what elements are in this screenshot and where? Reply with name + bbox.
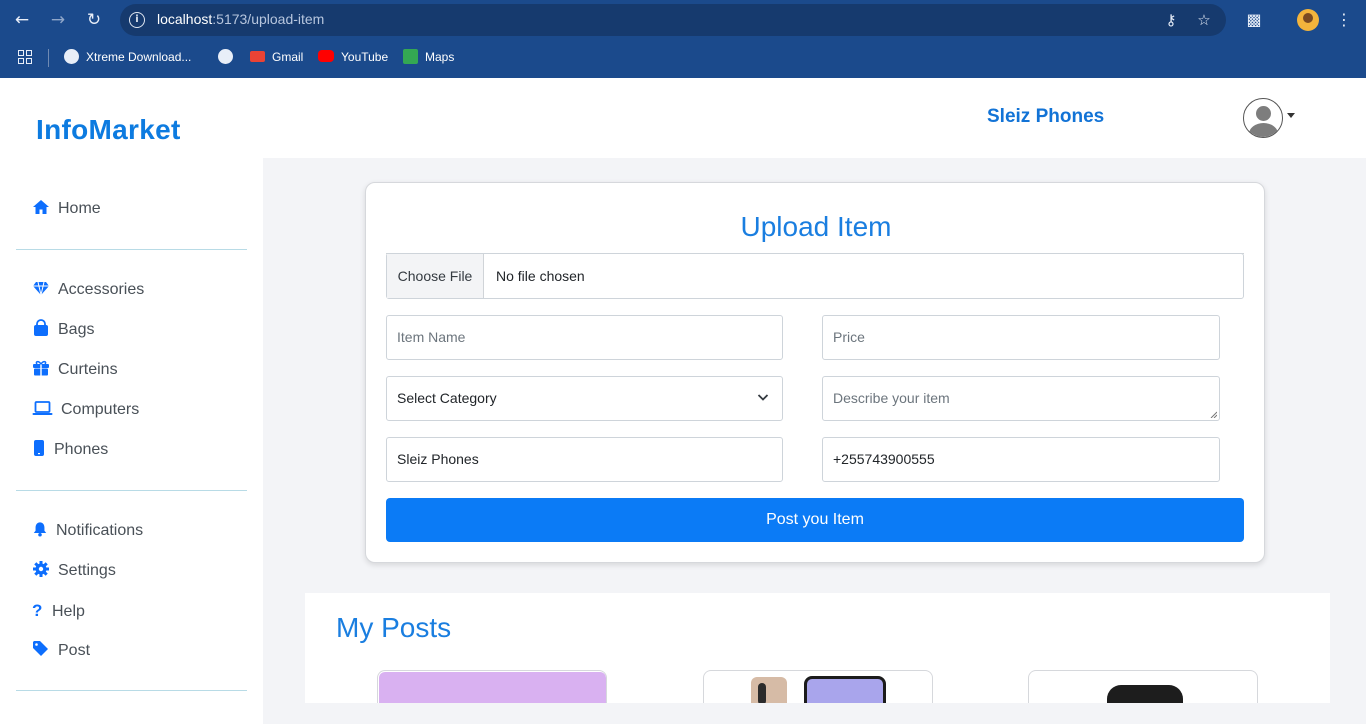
bookmark-label: Gmail [272, 50, 304, 64]
tag-icon [33, 641, 48, 656]
sidebar-item-label: Home [58, 200, 101, 217]
address-bar-row: ← → ↻ i localhost:5173/upload-item ⚷ ☆ ▩… [0, 0, 1366, 40]
laptop-icon [32, 401, 53, 415]
sidebar-item-post[interactable]: Post [32, 639, 90, 663]
post-card[interactable] [377, 670, 607, 704]
file-status: No file chosen [496, 268, 585, 284]
sidebar-item-bags[interactable]: Bags [32, 318, 94, 342]
brand-logo[interactable]: InfoMarket [36, 114, 181, 146]
bookmark-maps[interactable]: Maps [403, 48, 454, 66]
browser-profile-avatar[interactable] [1297, 9, 1319, 31]
sidebar-item-label: Bags [58, 321, 95, 338]
home-icon [33, 200, 49, 214]
url-text[interactable]: localhost:5173/upload-item [157, 11, 324, 27]
price-input[interactable]: Price [822, 315, 1220, 360]
reload-icon[interactable]: ↻ [82, 8, 106, 32]
youtube-icon [318, 50, 334, 62]
bookmarks-separator [48, 49, 49, 67]
url-host: localhost [157, 11, 213, 27]
question-icon: ? [32, 601, 43, 620]
phone-number-input[interactable]: +255743900555 [822, 437, 1220, 482]
gmail-icon [250, 51, 265, 62]
globe-icon [218, 49, 233, 64]
bookmarks-bar: Xtreme Download... Gmail YouTube Maps [0, 40, 1366, 74]
gear-icon [33, 561, 49, 577]
sidebar-item-label: Notifications [56, 522, 144, 539]
bag-icon [34, 319, 48, 336]
upload-title: Upload Item [740, 211, 892, 242]
url-path: :5173/upload-item [212, 11, 325, 27]
sidebar-item-label: Help [52, 603, 85, 620]
choose-file-button[interactable]: Choose File [387, 254, 484, 298]
apps-grid-icon[interactable] [18, 50, 33, 65]
bookmark-globe[interactable] [218, 48, 240, 66]
sidebar-item-label: Settings [58, 562, 116, 579]
bookmark-gmail[interactable]: Gmail [250, 48, 303, 66]
sidebar-item-label: Accessories [58, 281, 145, 298]
sidebar-divider [16, 690, 247, 691]
category-select-value: Select Category [397, 390, 497, 406]
post-thumbnail [804, 676, 886, 704]
password-key-icon[interactable]: ⚷ [1161, 10, 1181, 30]
sidebar-item-notifications[interactable]: Notifications [32, 519, 143, 543]
sidebar-item-help[interactable]: ? Help [32, 599, 85, 623]
sidebar-divider [16, 490, 247, 491]
bookmark-label: Xtreme Download... [86, 50, 192, 64]
sidebar-item-label: Computers [61, 401, 140, 418]
resize-handle-icon[interactable] [1209, 410, 1217, 418]
chevron-down-icon[interactable] [1287, 113, 1295, 118]
extensions-icon[interactable]: ▩ [1242, 8, 1266, 32]
globe-icon [64, 49, 79, 64]
bookmark-label: Maps [425, 50, 455, 64]
my-posts-title: My Posts [336, 612, 452, 643]
post-thumbnail [379, 672, 606, 704]
sidebar-item-label: Post [58, 642, 91, 659]
menu-kebab-icon[interactable]: ⋮ [1332, 8, 1356, 32]
avatar-body [1249, 123, 1278, 137]
header-store-name: Sleiz Phones [987, 106, 1105, 127]
post-item-button[interactable]: Post you Item [386, 498, 1244, 542]
user-avatar[interactable] [1243, 98, 1283, 138]
back-icon[interactable]: ← [10, 8, 34, 32]
sidebar-item-computers[interactable]: Computers [32, 398, 139, 422]
maps-icon [403, 49, 418, 64]
item-name-input[interactable]: Item Name [386, 315, 783, 360]
description-textarea[interactable]: Describe your item [822, 376, 1220, 421]
bookmark-star-icon[interactable]: ☆ [1194, 10, 1214, 30]
omnibox[interactable]: i localhost:5173/upload-item ⚷ ☆ [120, 4, 1226, 36]
store-name-input[interactable]: Sleiz Phones [386, 437, 783, 482]
sidebar-item-accessories[interactable]: Accessories [32, 278, 144, 302]
gift-icon [33, 360, 49, 376]
description-placeholder: Describe your item [833, 390, 950, 406]
sidebar-item-home[interactable]: Home [32, 197, 101, 221]
avatar-head [1256, 106, 1271, 121]
bottom-strip [263, 703, 1366, 724]
bookmark-xtreme-download[interactable]: Xtreme Download... [64, 48, 191, 66]
post-thumbnail [751, 677, 787, 704]
gem-icon [33, 281, 49, 296]
sidebar-item-curteins[interactable]: Curteins [32, 358, 118, 382]
file-input[interactable]: Choose File No file chosen [386, 253, 1244, 299]
phone-icon [34, 440, 44, 456]
site-info-icon[interactable]: i [129, 12, 145, 28]
sidebar-item-label: Curteins [58, 361, 118, 378]
category-select[interactable]: Select Category [386, 376, 783, 421]
sidebar-divider [16, 249, 247, 250]
chevron-down-icon [757, 394, 769, 401]
post-card[interactable] [703, 670, 933, 704]
bell-icon [33, 522, 47, 537]
forward-icon[interactable]: → [46, 8, 70, 32]
post-card[interactable] [1028, 670, 1258, 704]
post-thumbnail [1107, 685, 1183, 704]
browser-chrome: ← → ↻ i localhost:5173/upload-item ⚷ ☆ ▩… [0, 0, 1366, 78]
bookmark-label: YouTube [341, 50, 389, 64]
sidebar-item-phones[interactable]: Phones [32, 438, 108, 462]
sidebar-item-settings[interactable]: Settings [32, 559, 116, 583]
sidebar-item-label: Phones [54, 441, 109, 458]
bookmark-youtube[interactable]: YouTube [318, 48, 388, 66]
